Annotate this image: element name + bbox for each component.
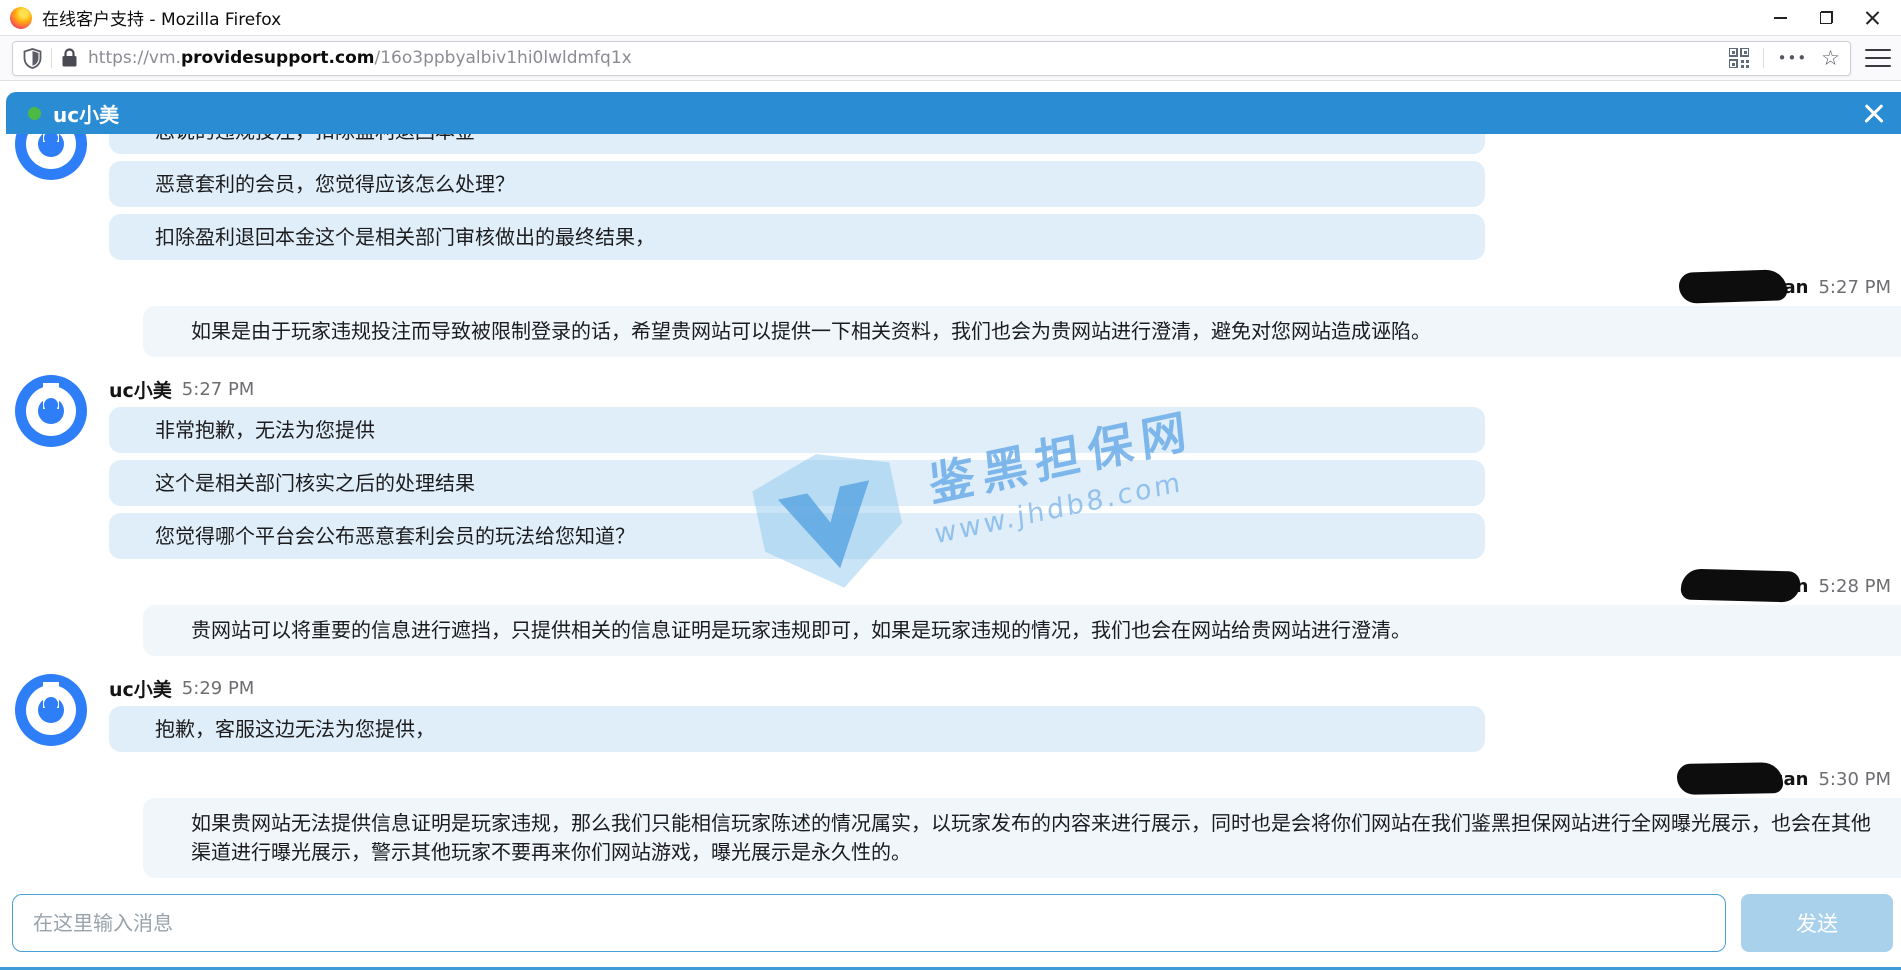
agent-avatar-logo [43, 682, 59, 708]
agent-message: 这个是相关部门核实之后的处理结果 [109, 460, 1485, 506]
url-scheme: https://vm. [88, 48, 181, 68]
online-status-dot [28, 107, 41, 120]
message-input[interactable] [12, 894, 1726, 952]
url-domain: providesupport.com [181, 48, 375, 68]
visitor-message: 如果贵网站无法提供信息证明是玩家违规，那么我们只能相信玩家陈述的情况属实，以玩家… [143, 798, 1901, 878]
minimize-icon [1774, 17, 1787, 19]
visitor-message: 如果是由于玩家违规投注而导致被限制登录的话，希望贵网站可以提供一下相关资料，我们… [143, 306, 1901, 357]
url-text[interactable]: https://vm.providesupport.com/16o3ppbyal… [88, 48, 1721, 68]
chat-close-icon[interactable] [1863, 102, 1885, 124]
chat-message-list: 您说的违规投注，扣除盈利退回本金 恶意套利的会员，您觉得应该怎么处理？ 扣除盈利… [0, 134, 1901, 882]
chat-agent-name: uc小美 [53, 99, 119, 128]
urlbar-divider [1763, 48, 1764, 68]
visitor-message-meta: dinghaigan 5:30 PM [0, 766, 1891, 792]
agent-message-group: uc小美 5:29 PM 抱歉，客服这边无法为您提供， [0, 674, 1901, 752]
firefox-icon [10, 7, 32, 29]
url-path: /16o3ppbyalbiv1hi0lwldmfq1x [375, 48, 632, 68]
agent-message: 恶意套利的会员，您觉得应该怎么处理？ [109, 161, 1485, 207]
visitor-message-meta: dinghaigan 5:27 PM [0, 274, 1891, 300]
agent-message-meta: uc小美 5:27 PM [109, 375, 1901, 403]
urlbar-divider [51, 48, 52, 68]
restore-button[interactable] [1803, 3, 1849, 33]
agent-avatar [15, 134, 87, 180]
menu-icon[interactable] [1865, 47, 1891, 69]
redaction-scribble [1678, 269, 1787, 304]
message-timestamp: 5:27 PM [182, 379, 255, 400]
agent-avatar-logo [43, 383, 59, 409]
minimize-button[interactable] [1757, 3, 1803, 33]
redaction-scribble [1676, 762, 1782, 795]
agent-name: uc小美 [109, 376, 172, 403]
shield-icon[interactable] [23, 48, 42, 69]
agent-message: 非常抱歉，无法为您提供 [109, 407, 1485, 453]
chat-header: uc小美 [6, 92, 1901, 134]
url-bar[interactable]: https://vm.providesupport.com/16o3ppbyal… [12, 41, 1851, 76]
chat-input-row: 发送 [12, 894, 1893, 952]
agent-avatar [15, 375, 87, 447]
redaction-scribble [1680, 568, 1800, 602]
message-timestamp: 5:29 PM [182, 678, 255, 699]
agent-message: 抱歉，客服这边无法为您提供， [109, 706, 1485, 752]
close-icon [1865, 10, 1880, 25]
agent-message: 扣除盈利退回本金这个是相关部门审核做出的最终结果， [109, 214, 1485, 260]
close-button[interactable] [1849, 3, 1895, 33]
agent-message-group: uc小美 5:27 PM 非常抱歉，无法为您提供 这个是相关部门核实之后的处理结… [0, 375, 1901, 559]
agent-message-meta: uc小美 5:29 PM [109, 674, 1901, 702]
bookmark-star-icon[interactable]: ☆ [1821, 48, 1840, 69]
agent-message: 您说的违规投注，扣除盈利退回本金 [109, 134, 1485, 154]
message-timestamp: 5:28 PM [1818, 576, 1891, 597]
send-button[interactable]: 发送 [1741, 894, 1893, 952]
qr-scan-icon[interactable] [1729, 48, 1749, 68]
browser-titlebar: 在线客户支持 - Mozilla Firefox [0, 0, 1901, 36]
agent-avatar-logo [43, 134, 59, 142]
agent-message: 您觉得哪个平台会公布恶意套利会员的玩法给您知道？ [109, 513, 1485, 559]
page-actions-icon[interactable]: ••• [1778, 49, 1808, 67]
chat-widget: uc小美 您说的违规投注，扣除盈利退回本金 恶意套利的会员，您觉得应该怎么处理？… [0, 81, 1901, 967]
message-timestamp: 5:30 PM [1818, 769, 1891, 790]
browser-navbar: https://vm.providesupport.com/16o3ppbyal… [0, 36, 1901, 81]
agent-name: uc小美 [109, 675, 172, 702]
visitor-message-meta: dinghaigan 5:28 PM [0, 573, 1891, 599]
window-title: 在线客户支持 - Mozilla Firefox [42, 5, 281, 30]
message-timestamp: 5:27 PM [1818, 277, 1891, 298]
visitor-message: 贵网站可以将重要的信息进行遮挡，只提供相关的信息证明是玩家违规即可，如果是玩家违… [143, 605, 1901, 656]
agent-message-group: 您说的违规投注，扣除盈利退回本金 恶意套利的会员，您觉得应该怎么处理？ 扣除盈利… [0, 134, 1901, 260]
lock-icon[interactable] [61, 48, 78, 68]
agent-avatar [15, 674, 87, 746]
restore-icon [1820, 11, 1833, 24]
